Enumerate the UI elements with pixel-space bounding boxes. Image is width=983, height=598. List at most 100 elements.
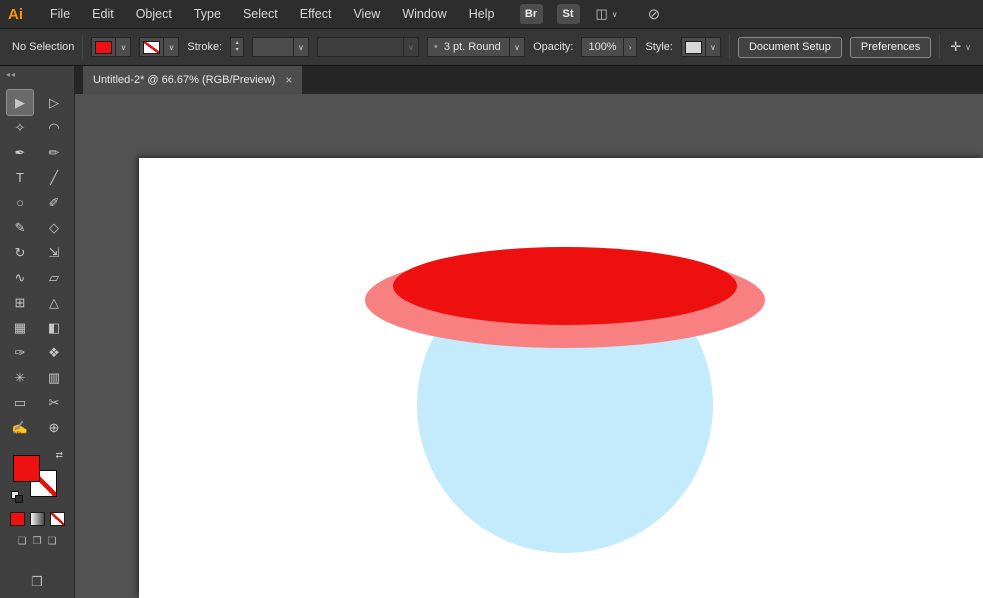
hand-tool[interactable]: ✍: [7, 415, 33, 440]
stepper-down-icon[interactable]: ▾: [236, 47, 239, 54]
selection-status: No Selection: [12, 41, 75, 53]
document-tab-bar: Untitled-2* @ 66.67% (RGB/Preview) ×: [75, 66, 983, 94]
chevron-down-icon: ∨: [704, 38, 720, 56]
drawing-modes-row: ❏ ❐ ❑: [18, 536, 57, 547]
fill-stroke-widget: ⇄: [11, 450, 63, 503]
document-setup-button[interactable]: Document Setup: [737, 36, 842, 58]
swap-fill-stroke-icon[interactable]: ⇄: [55, 450, 63, 461]
close-tab-icon[interactable]: ×: [285, 73, 292, 87]
workspace-dropdown[interactable]: ✛ ∨: [950, 39, 971, 55]
magic-wand-tool[interactable]: ✧: [7, 115, 33, 140]
draw-inside-icon[interactable]: ❑: [47, 536, 56, 547]
stroke-weight-dropdown[interactable]: ∨: [252, 37, 309, 57]
eraser-tool[interactable]: ◇: [41, 215, 67, 240]
symbol-sprayer-tool[interactable]: ✳: [7, 365, 33, 390]
fill-color-swatch: [95, 40, 113, 54]
color-button[interactable]: [9, 512, 25, 526]
arrange-documents-button[interactable]: ◫ ∨: [596, 6, 618, 22]
collapse-panel-icon[interactable]: ◂◂: [0, 66, 74, 90]
rotate-tool[interactable]: ↻: [7, 240, 33, 265]
tools-panel: ◂◂ ▶ ▷ ✧ ◠ ✒ ✏ T ╱ ○ ✐ ✎ ◇ ↻ ⇲ ∿ ▱ ⊞ △ ▦: [0, 66, 75, 598]
selection-tool[interactable]: ▶: [6, 89, 34, 116]
mesh-tool[interactable]: ▦: [7, 315, 33, 340]
menu-effect[interactable]: Effect: [289, 0, 343, 28]
chevron-down-icon: ∨: [509, 38, 524, 56]
pencil-tool[interactable]: ✎: [7, 215, 33, 240]
slice-tool[interactable]: ✂: [41, 390, 67, 415]
lasso-tool[interactable]: ◠: [41, 115, 67, 140]
default-fill-stroke-icon[interactable]: [11, 491, 23, 503]
illustrator-window: Ai File Edit Object Type Select Effect V…: [0, 0, 983, 598]
menu-select[interactable]: Select: [232, 0, 289, 28]
menubar: Ai File Edit Object Type Select Effect V…: [0, 0, 983, 28]
scale-tool[interactable]: ⇲: [41, 240, 67, 265]
bridge-button[interactable]: Br: [519, 4, 543, 24]
none-button[interactable]: [49, 512, 65, 526]
sync-icon[interactable]: ⊘: [648, 5, 661, 23]
chevron-down-icon: ∨: [611, 9, 618, 19]
curvature-tool[interactable]: ✏: [41, 140, 67, 165]
menu-window[interactable]: Window: [391, 0, 457, 28]
fill-color-dropdown[interactable]: ∨: [91, 37, 132, 57]
zoom-tool[interactable]: ⊕: [41, 415, 67, 440]
chevron-down-icon: ∨: [292, 38, 308, 56]
arrange-documents-icon: ◫: [595, 6, 608, 21]
chevron-right-icon: ›: [622, 38, 637, 56]
brush-definition-value: 3 pt. Round: [443, 41, 501, 53]
stepper-up-icon[interactable]: ▴: [236, 40, 239, 47]
chevron-down-icon: ∨: [402, 38, 418, 56]
illustrator-logo-icon: Ai: [8, 5, 23, 23]
pen-tool[interactable]: ✒: [7, 140, 33, 165]
brush-definition-dropdown[interactable]: • 3 pt. Round ∨: [426, 37, 526, 57]
document-tab[interactable]: Untitled-2* @ 66.67% (RGB/Preview) ×: [83, 66, 303, 94]
draw-behind-icon[interactable]: ❐: [33, 536, 42, 547]
separator: [728, 35, 730, 59]
document-tab-title: Untitled-2* @ 66.67% (RGB/Preview): [93, 74, 276, 86]
variable-width-profile-dropdown: ∨: [316, 37, 419, 57]
width-tool[interactable]: ∿: [7, 265, 33, 290]
type-tool[interactable]: T: [7, 165, 33, 190]
gradient-tool[interactable]: ◧: [41, 315, 67, 340]
free-transform-tool[interactable]: ▱: [41, 265, 67, 290]
chevron-down-icon: ∨: [965, 42, 971, 52]
stroke-weight-label[interactable]: Stroke:: [187, 41, 222, 53]
opacity-field[interactable]: 100% ›: [581, 37, 638, 57]
shape-builder-tool[interactable]: ⊞: [7, 290, 33, 315]
line-segment-tool[interactable]: ╱: [41, 165, 67, 190]
brush-preview-icon: •: [433, 41, 438, 53]
crown-shape[interactable]: [393, 247, 737, 325]
menu-object[interactable]: Object: [125, 0, 183, 28]
separator: [939, 35, 941, 59]
column-graph-tool[interactable]: ▥: [41, 365, 67, 390]
direct-selection-tool[interactable]: ▷: [41, 90, 67, 115]
canvas[interactable]: [75, 94, 983, 598]
workspace-icon: ✛: [950, 39, 962, 54]
perspective-grid-tool[interactable]: △: [41, 290, 67, 315]
ellipse-tool[interactable]: ○: [7, 190, 33, 215]
artboard[interactable]: [139, 158, 983, 598]
draw-normal-icon[interactable]: ❏: [18, 536, 27, 547]
stock-button[interactable]: St: [556, 4, 580, 24]
style-dropdown[interactable]: ∨: [680, 37, 721, 57]
artboard-tool[interactable]: ▭: [7, 390, 33, 415]
control-bar: No Selection ∨ ∨ Stroke: ▴ ▾ ∨ ∨ • 3 pt.…: [0, 28, 983, 66]
tools-grid: ▶ ▷ ✧ ◠ ✒ ✏ T ╱ ○ ✐ ✎ ◇ ↻ ⇲ ∿ ▱ ⊞ △ ▦ ◧: [6, 89, 67, 440]
menu-view[interactable]: View: [342, 0, 391, 28]
eyedropper-tool[interactable]: ✑: [7, 340, 33, 365]
separator: [82, 35, 84, 59]
stroke-color-dropdown[interactable]: ∨: [139, 37, 180, 57]
blend-tool[interactable]: ❖: [41, 340, 67, 365]
screen-mode-icon[interactable]: ❐: [31, 574, 43, 590]
stroke-none-swatch: [143, 40, 161, 54]
menu-type[interactable]: Type: [183, 0, 232, 28]
stroke-weight-stepper[interactable]: ▴ ▾: [230, 37, 244, 57]
preferences-button[interactable]: Preferences: [849, 36, 932, 58]
paintbrush-tool[interactable]: ✐: [41, 190, 67, 215]
artwork: [365, 247, 765, 553]
gradient-button[interactable]: [29, 512, 45, 526]
opacity-label[interactable]: Opacity:: [533, 41, 573, 53]
fill-swatch[interactable]: [13, 455, 40, 482]
menu-help[interactable]: Help: [458, 0, 506, 28]
menu-file[interactable]: File: [39, 0, 81, 28]
menu-edit[interactable]: Edit: [81, 0, 125, 28]
